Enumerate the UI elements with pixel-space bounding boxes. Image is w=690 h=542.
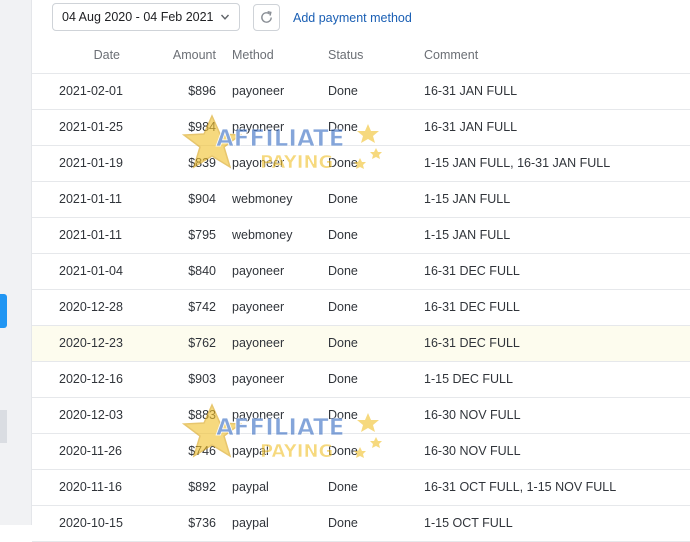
cell-status: Done [328,480,358,494]
cell-amount: $795 [188,228,216,242]
refresh-icon [261,11,272,23]
cell-amount: $903 [188,372,216,386]
cell-status: Done [328,300,358,314]
cell-status: Done [328,228,358,242]
table-row: 2021-01-25 $984 payoneer Done 16-31 JAN … [32,110,690,146]
table-row: 2021-02-01 $896 payoneer Done 16-31 JAN … [32,74,690,110]
cell-status: Done [328,192,358,206]
cell-amount: $839 [188,156,216,170]
header-amount[interactable]: Amount [142,38,216,73]
table-row: 2020-10-15 $736 paypal Done 1-15 OCT FUL… [32,506,690,542]
sidebar-active-indicator[interactable] [0,294,7,328]
header-comment[interactable]: Comment [424,38,478,73]
cell-status: Done [328,336,358,350]
cell-method: payoneer [232,120,285,134]
cell-method: webmoney [232,228,293,242]
left-sidebar [0,0,32,525]
cell-status: Done [328,372,358,386]
cell-method: payoneer [232,156,285,170]
sidebar-item[interactable] [0,410,7,443]
cell-comment: 1-15 JAN FULL, 16-31 JAN FULL [424,156,611,170]
cell-date: 2021-01-11 [59,192,123,206]
cell-status: Done [328,156,358,170]
cell-status: Done [328,444,358,458]
cell-amount: $984 [188,120,216,134]
header-method[interactable]: Method [232,38,274,73]
cell-date: 2021-02-01 [59,84,123,98]
cell-method: payoneer [232,84,285,98]
cell-method: payoneer [232,408,285,422]
cell-method: paypal [232,444,269,458]
cell-comment: 16-31 DEC FULL [424,264,520,278]
cell-amount: $746 [188,444,216,458]
cell-amount: $892 [188,480,216,494]
cell-amount: $736 [188,516,216,530]
table-row: 2020-12-28 $742 payoneer Done 16-31 DEC … [32,290,690,326]
refresh-button[interactable] [253,4,280,31]
header-status[interactable]: Status [328,38,363,73]
table-row: 2020-11-16 $892 paypal Done 16-31 OCT FU… [32,470,690,506]
cell-date: 2020-12-16 [59,372,123,386]
toolbar: 04 Aug 2020 - 04 Feb 2021 Add payment me… [32,0,690,38]
cell-date: 2021-01-11 [59,228,123,242]
cell-amount: $840 [188,264,216,278]
cell-amount: $896 [188,84,216,98]
cell-comment: 1-15 JAN FULL [424,192,511,206]
table-row: 2021-01-04 $840 payoneer Done 16-31 DEC … [32,254,690,290]
cell-method: paypal [232,480,269,494]
cell-method: webmoney [232,192,293,206]
cell-date: 2021-01-19 [59,156,123,170]
cell-status: Done [328,516,358,530]
cell-date: 2020-12-03 [59,408,123,422]
cell-comment: 16-30 NOV FULL [424,408,521,422]
cell-date: 2021-01-25 [59,120,123,134]
cell-method: payoneer [232,336,285,350]
cell-comment: 16-31 DEC FULL [424,300,520,314]
cell-date: 2020-10-15 [59,516,123,530]
add-payment-method-link[interactable]: Add payment method [293,11,412,25]
cell-comment: 16-30 NOV FULL [424,444,521,458]
cell-date: 2020-12-23 [59,336,123,350]
cell-amount: $883 [188,408,216,422]
date-range-value: 04 Aug 2020 - 04 Feb 2021 [62,10,214,24]
cell-status: Done [328,264,358,278]
cell-method: payoneer [232,372,285,386]
cell-status: Done [328,120,358,134]
chevron-down-icon [220,14,230,20]
cell-date: 2020-12-28 [59,300,123,314]
cell-amount: $904 [188,192,216,206]
cell-comment: 16-31 JAN FULL [424,120,518,134]
cell-comment: 16-31 JAN FULL [424,84,518,98]
cell-comment: 16-31 DEC FULL [424,336,520,350]
cell-amount: $742 [188,300,216,314]
payments-panel: 04 Aug 2020 - 04 Feb 2021 Add payment me… [32,0,690,542]
table-row: 2020-12-16 $903 payoneer Done 1-15 DEC F… [32,362,690,398]
table-row: 2020-12-03 $883 payoneer Done 16-30 NOV … [32,398,690,434]
table-row: 2020-11-26 $746 paypal Done 16-30 NOV FU… [32,434,690,470]
cell-method: payoneer [232,300,285,314]
cell-status: Done [328,84,358,98]
cell-comment: 1-15 OCT FULL [424,516,513,530]
table-row: 2021-01-19 $839 payoneer Done 1-15 JAN F… [32,146,690,182]
cell-method: payoneer [232,264,285,278]
table-row: 2021-01-11 $795 webmoney Done 1-15 JAN F… [32,218,690,254]
cell-comment: 1-15 DEC FULL [424,372,513,386]
date-range-picker[interactable]: 04 Aug 2020 - 04 Feb 2021 [52,3,240,31]
cell-amount: $762 [188,336,216,350]
payments-table: Date Amount Method Status Comment 2021-0… [32,38,690,542]
cell-comment: 16-31 OCT FULL, 1-15 NOV FULL [424,480,617,494]
cell-comment: 1-15 JAN FULL [424,228,511,242]
cell-date: 2020-11-16 [59,480,123,494]
table-header: Date Amount Method Status Comment [32,38,690,74]
header-date[interactable]: Date [59,38,120,73]
cell-date: 2021-01-04 [59,264,123,278]
cell-date: 2020-11-26 [59,444,123,458]
cell-method: paypal [232,516,269,530]
table-row: 2021-01-11 $904 webmoney Done 1-15 JAN F… [32,182,690,218]
cell-status: Done [328,408,358,422]
table-row-highlighted: 2020-12-23 $762 payoneer Done 16-31 DEC … [32,326,690,362]
